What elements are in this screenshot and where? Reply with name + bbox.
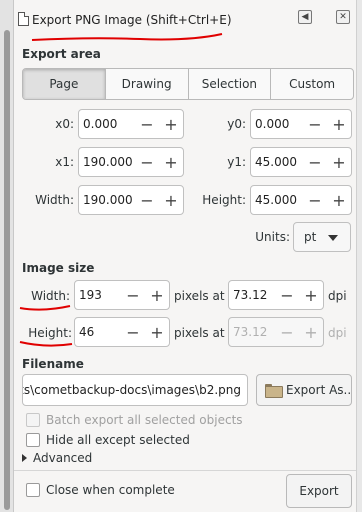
mode-drawing-button[interactable]: Drawing: [106, 69, 189, 99]
x0-spinbox: 0.000 − +: [78, 109, 184, 139]
dialog-title: Export PNG Image (Shift+Ctrl+E): [32, 13, 232, 27]
area-width-spinbox: 190.000 − +: [78, 185, 184, 215]
mode-custom-button[interactable]: Custom: [271, 69, 353, 99]
advanced-expander[interactable]: Advanced: [22, 451, 92, 465]
width-dpi-increment-button[interactable]: +: [299, 281, 323, 309]
close-dialog-button[interactable]: ✕: [336, 10, 350, 24]
area-height-label: Height:: [202, 193, 246, 207]
batch-export-checkbox-row: Batch export all selected objects: [26, 413, 243, 427]
area-height-input[interactable]: 45.000: [251, 193, 303, 207]
export-as-label: Export As...: [286, 383, 352, 397]
area-height-spinbox: 45.000 − +: [250, 185, 352, 215]
y0-spinbox: 0.000 − +: [250, 109, 352, 139]
area-width-increment-button[interactable]: +: [159, 186, 183, 214]
width-dpi-spinbox: 73.12 − +: [228, 280, 324, 310]
close-when-complete-row[interactable]: Close when complete: [26, 483, 175, 497]
height-dpi-decrement-button: −: [280, 322, 294, 342]
mode-selection-button[interactable]: Selection: [189, 69, 272, 99]
chevron-down-icon: [328, 235, 338, 241]
dock-icon: ◀: [301, 12, 309, 22]
height-pixels-at-label: pixels at: [174, 326, 225, 340]
width-pixels-at-label: pixels at: [174, 289, 225, 303]
height-dpi-increment-button: +: [304, 322, 318, 342]
x0-decrement-button[interactable]: −: [135, 110, 159, 138]
image-size-heading: Image size: [22, 261, 95, 275]
x1-spinbox: 190.000 − +: [78, 147, 184, 177]
left-scrollbar[interactable]: [4, 30, 10, 510]
image-width-spinbox: 193 − +: [74, 280, 170, 310]
x0-label: x0:: [55, 117, 74, 131]
filename-input[interactable]: ents\cometbackup-docs\images\b2.png: [22, 374, 248, 406]
image-height-decrement-button[interactable]: −: [121, 318, 145, 346]
batch-export-label: Batch export all selected objects: [46, 413, 243, 427]
export-area-heading: Export area: [22, 47, 101, 61]
export-png-dialog: Export PNG Image (Shift+Ctrl+E) ◀ ✕ Expo…: [0, 0, 362, 512]
y0-input[interactable]: 0.000: [251, 117, 303, 131]
image-width-label: Width:: [31, 289, 70, 303]
hide-all-except-label: Hide all except selected: [46, 433, 190, 447]
folder-icon: [265, 384, 283, 398]
mode-page-button[interactable]: Page: [23, 69, 106, 99]
footer-separator: [14, 470, 356, 471]
close-when-complete-label: Close when complete: [46, 483, 175, 497]
width-dpi-input[interactable]: 73.12: [229, 288, 275, 302]
y0-label: y0:: [227, 117, 246, 131]
y1-label: y1:: [227, 155, 246, 169]
y1-increment-button[interactable]: +: [327, 148, 351, 176]
image-width-input[interactable]: 193: [75, 288, 121, 302]
batch-export-checkbox: [26, 413, 40, 427]
close-when-complete-checkbox[interactable]: [26, 483, 40, 497]
y0-increment-button[interactable]: +: [327, 110, 351, 138]
title-annotation-underline: [31, 33, 223, 41]
y1-input[interactable]: 45.000: [251, 155, 303, 169]
height-dpi-input: 73.12: [233, 325, 268, 339]
export-button[interactable]: Export: [286, 474, 352, 508]
hide-all-except-checkbox-row[interactable]: Hide all except selected: [26, 433, 190, 447]
x1-increment-button[interactable]: +: [159, 148, 183, 176]
x0-increment-button[interactable]: +: [159, 110, 183, 138]
area-width-input[interactable]: 190.000: [79, 193, 135, 207]
image-height-spinbox: 46 − +: [74, 317, 170, 347]
units-dropdown[interactable]: pt: [293, 222, 351, 252]
export-area-mode-group: Page Drawing Selection Custom: [22, 68, 354, 100]
image-height-label: Height:: [28, 326, 72, 340]
x1-label: x1:: [55, 155, 74, 169]
export-as-button[interactable]: Export As...: [256, 374, 352, 406]
width-dpi-decrement-button[interactable]: −: [275, 281, 299, 309]
width-annotation-underline: [19, 305, 71, 311]
x1-decrement-button[interactable]: −: [135, 148, 159, 176]
x0-input[interactable]: 0.000: [79, 117, 135, 131]
height-dpi-spinbox: 73.12 − +: [228, 317, 324, 347]
hide-all-except-checkbox[interactable]: [26, 433, 40, 447]
units-label: Units:: [255, 230, 290, 244]
units-value: pt: [304, 230, 317, 244]
dialog-titlebar: Export PNG Image (Shift+Ctrl+E) ◀ ✕: [14, 0, 362, 41]
expander-arrow-icon: [22, 454, 27, 462]
left-panel-edge: [0, 0, 14, 512]
filename-heading: Filename: [22, 357, 84, 371]
document-icon: [18, 12, 29, 26]
area-width-decrement-button[interactable]: −: [135, 186, 159, 214]
height-dpi-unit: dpi: [328, 326, 347, 340]
image-width-decrement-button[interactable]: −: [121, 281, 145, 309]
y1-spinbox: 45.000 − +: [250, 147, 352, 177]
image-width-increment-button[interactable]: +: [145, 281, 169, 309]
right-panel-edge: [356, 0, 362, 512]
close-icon: ✕: [339, 12, 347, 22]
image-height-input[interactable]: 46: [75, 325, 121, 339]
x1-input[interactable]: 190.000: [79, 155, 135, 169]
image-height-increment-button[interactable]: +: [145, 318, 169, 346]
area-width-label: Width:: [35, 193, 74, 207]
area-height-increment-button[interactable]: +: [327, 186, 351, 214]
y1-decrement-button[interactable]: −: [303, 148, 327, 176]
area-height-decrement-button[interactable]: −: [303, 186, 327, 214]
advanced-label: Advanced: [33, 451, 93, 465]
width-dpi-unit: dpi: [328, 289, 347, 303]
y0-decrement-button[interactable]: −: [303, 110, 327, 138]
dock-button[interactable]: ◀: [298, 10, 312, 24]
